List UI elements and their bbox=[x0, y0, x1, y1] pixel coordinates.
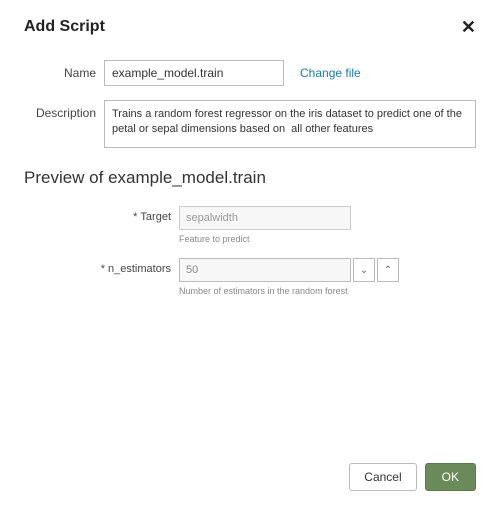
target-label: *Target bbox=[24, 206, 179, 223]
name-row: Name Change file bbox=[24, 60, 476, 86]
spinner-down-button[interactable]: ⌄ bbox=[353, 258, 375, 282]
dialog-header: Add Script ✕ bbox=[24, 18, 476, 36]
ok-button[interactable]: OK bbox=[425, 463, 476, 491]
required-asterisk: * bbox=[133, 211, 137, 223]
dialog-footer: Cancel OK bbox=[349, 463, 476, 491]
n-estimators-help: Number of estimators in the random fores… bbox=[179, 286, 476, 296]
chevron-up-icon: ⌃ bbox=[384, 265, 392, 276]
cancel-button[interactable]: Cancel bbox=[349, 463, 416, 491]
dialog-title: Add Script bbox=[24, 18, 105, 36]
spinner-up-button[interactable]: ⌃ bbox=[377, 258, 399, 282]
close-icon[interactable]: ✕ bbox=[461, 18, 476, 36]
preview-heading: Preview of example_model.train bbox=[24, 168, 476, 188]
chevron-down-icon: ⌄ bbox=[360, 265, 368, 276]
name-label: Name bbox=[24, 60, 104, 80]
description-textarea[interactable] bbox=[104, 100, 476, 148]
change-file-link[interactable]: Change file bbox=[300, 60, 361, 80]
description-label: Description bbox=[24, 100, 104, 120]
required-asterisk: * bbox=[101, 263, 105, 275]
target-label-text: Target bbox=[140, 211, 171, 223]
target-row: *Target bbox=[24, 206, 476, 230]
target-input[interactable] bbox=[179, 206, 351, 230]
target-help: Feature to predict bbox=[179, 234, 476, 244]
n-estimators-spinner: ⌄ ⌃ bbox=[179, 258, 399, 282]
n-estimators-row: *n_estimators ⌄ ⌃ bbox=[24, 258, 476, 282]
description-row: Description bbox=[24, 100, 476, 148]
n-estimators-label-text: n_estimators bbox=[108, 263, 171, 275]
n-estimators-input[interactable] bbox=[179, 258, 351, 282]
name-input[interactable] bbox=[104, 60, 284, 86]
n-estimators-label: *n_estimators bbox=[24, 258, 179, 275]
